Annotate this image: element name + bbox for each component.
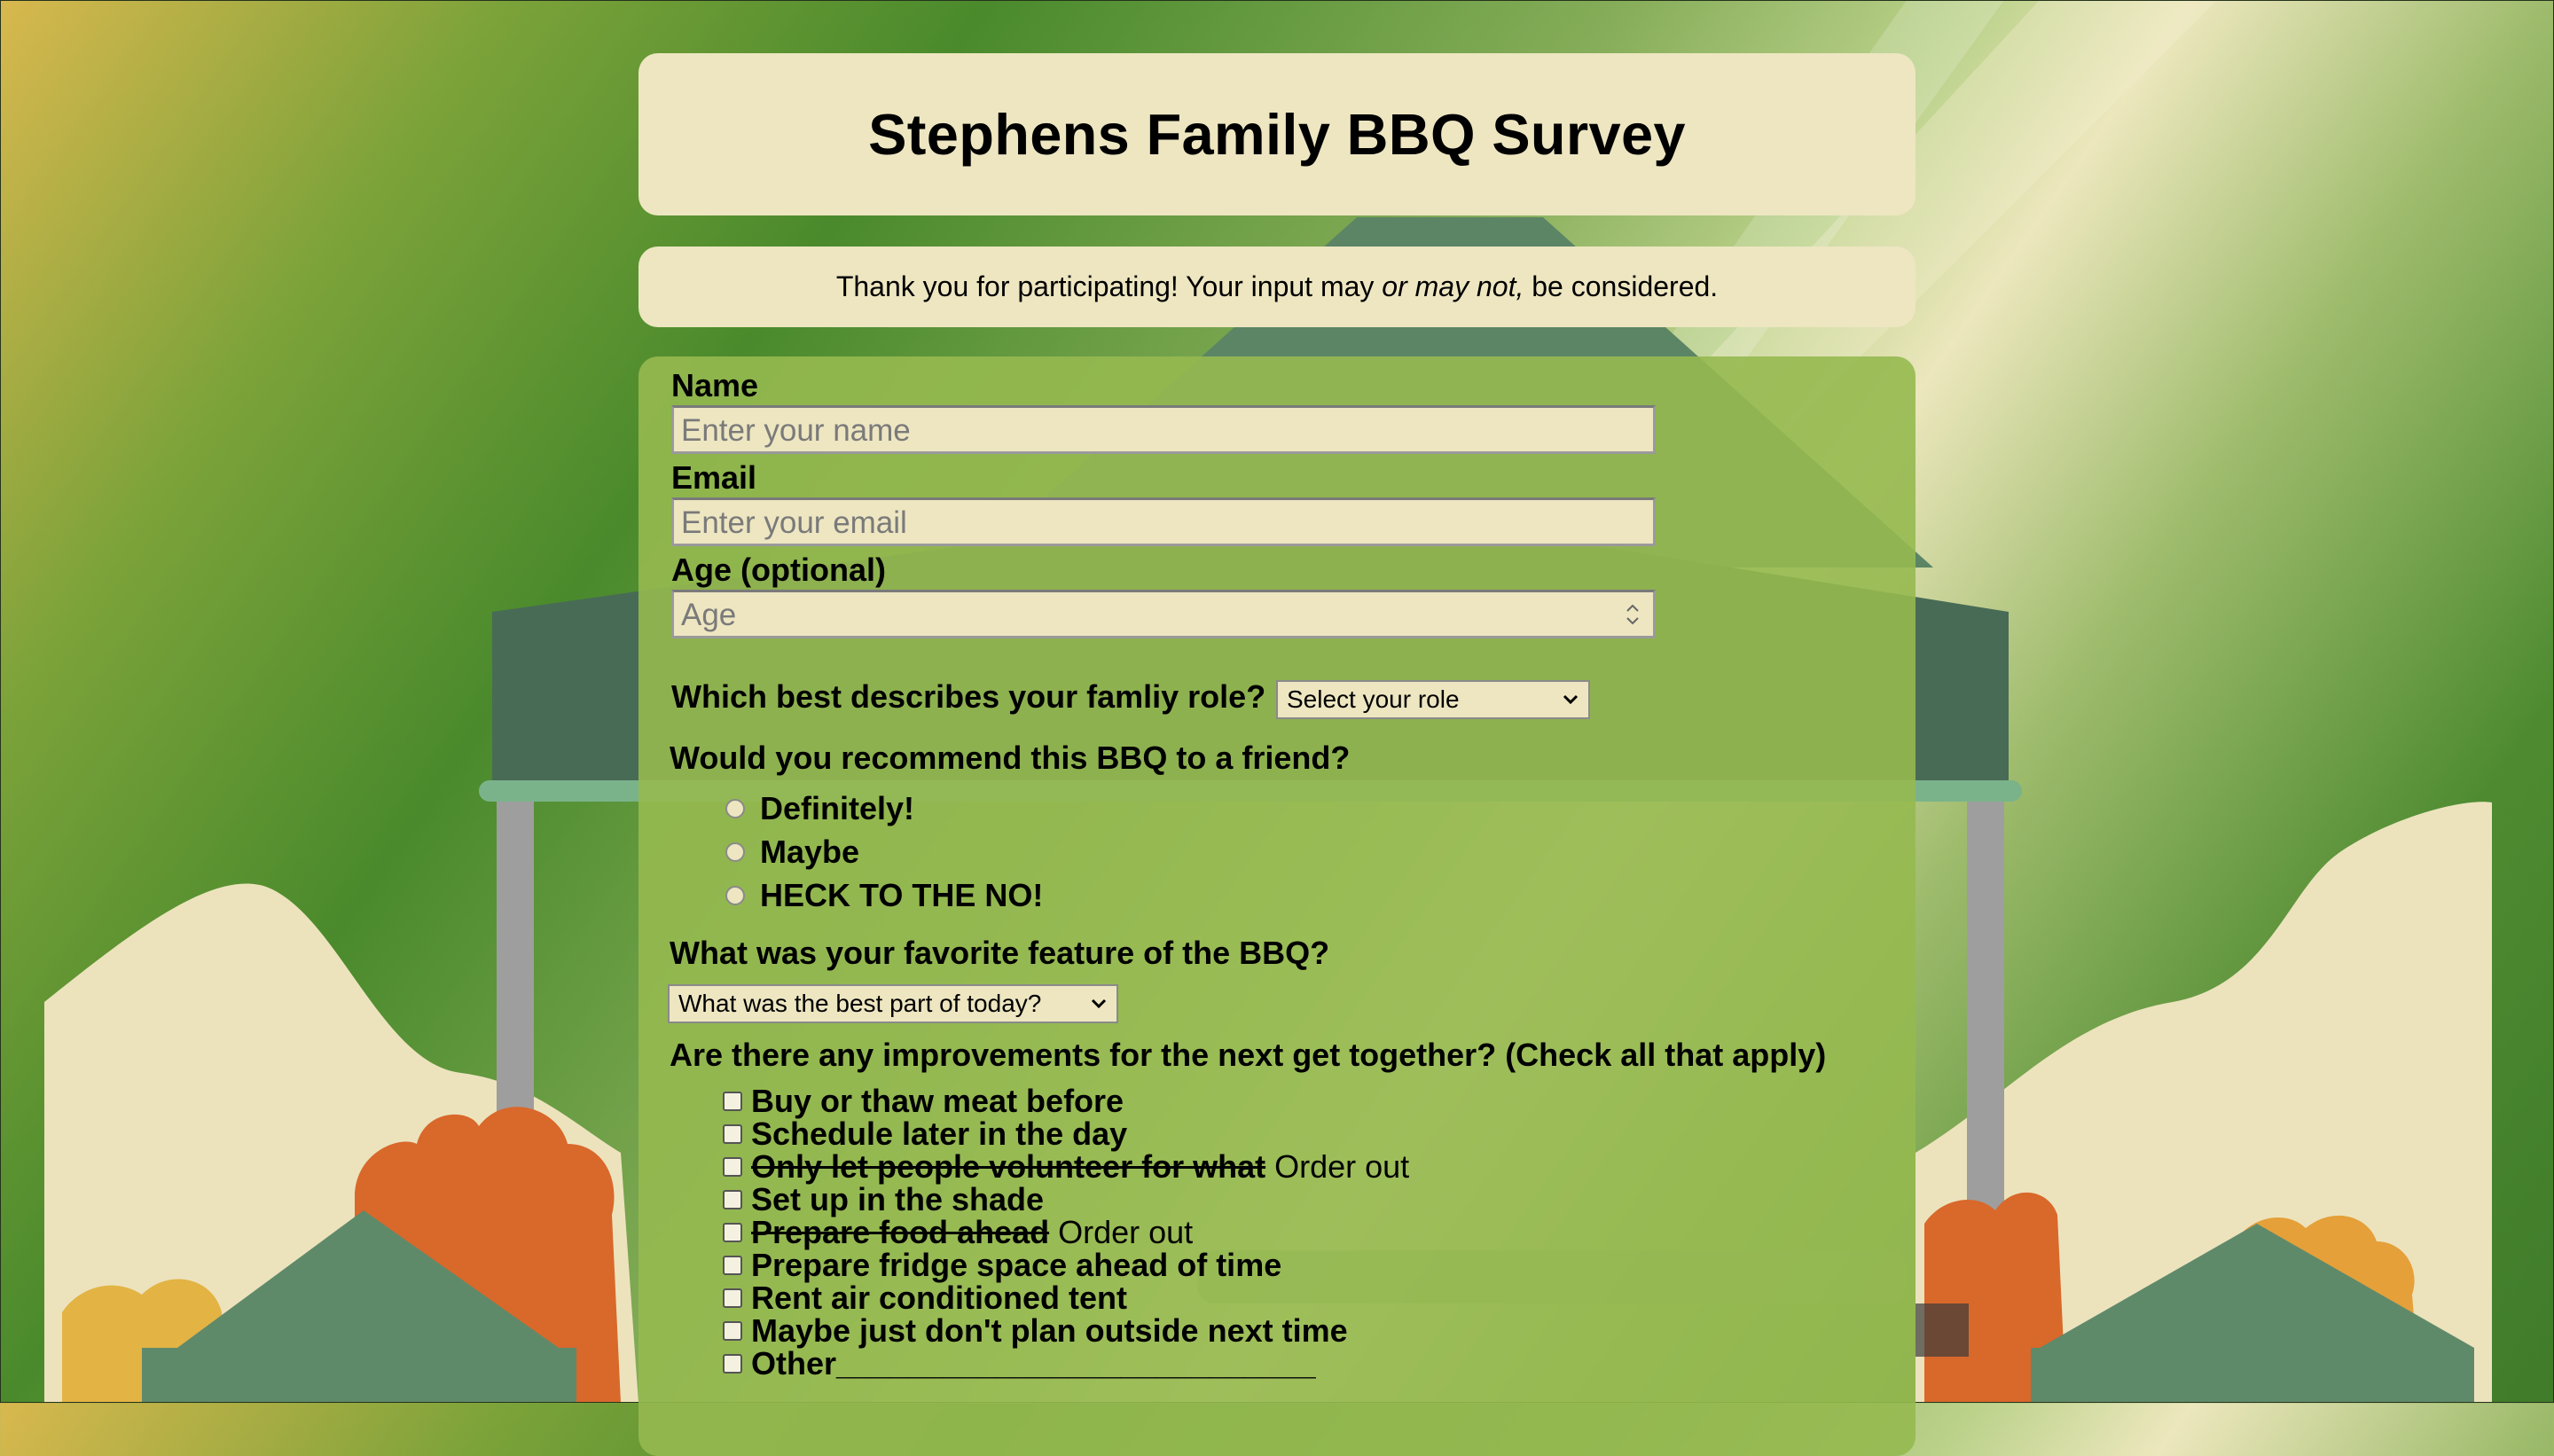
stepper-icon[interactable]: [1623, 601, 1642, 628]
radio-label: Definitely!: [760, 790, 915, 826]
struck-text: Prepare food ahead: [751, 1214, 1050, 1250]
page-title: Stephens Family BBQ Survey: [868, 102, 1686, 167]
checkbox-label: Set up in the shade: [751, 1181, 1045, 1217]
intro-text-after: be considered.: [1532, 270, 1719, 302]
checkbox-label: Schedule later in the day: [751, 1115, 1128, 1152]
name-label: Name: [671, 367, 759, 403]
radio-definitely[interactable]: Definitely!: [725, 790, 915, 826]
checkbox-label: Prepare fridge space ahead of time: [751, 1247, 1282, 1283]
checkbox-fridge-space[interactable]: Prepare fridge space ahead of time: [723, 1247, 1282, 1283]
radio-label: Maybe: [760, 834, 860, 870]
email-input[interactable]: Enter your email: [671, 497, 1656, 546]
recommend-question: Would you recommend this BBQ to a friend…: [670, 740, 1351, 776]
checkbox-dont-plan-outside[interactable]: Maybe just don't plan outside next time: [723, 1312, 1348, 1349]
replacement-text: Order out: [1274, 1148, 1410, 1185]
age-input[interactable]: Age: [671, 590, 1656, 638]
checkbox[interactable]: [723, 1256, 742, 1275]
checkbox-prepare-food[interactable]: Prepare food ahead Order out: [723, 1214, 1193, 1251]
radio-maybe[interactable]: Maybe: [725, 834, 859, 870]
radio-label: HECK TO THE NO!: [760, 877, 1044, 913]
radio-heck-no[interactable]: HECK TO THE NO!: [725, 877, 1044, 913]
email-label: Email: [671, 459, 757, 496]
checkbox[interactable]: [723, 1124, 742, 1144]
checkbox[interactable]: [723, 1288, 742, 1308]
title-panel: Stephens Family BBQ Survey: [638, 53, 1916, 215]
checkbox-label: Other___________________________: [751, 1345, 1316, 1382]
improvements-question: Are there any improvements for the next …: [670, 1037, 1827, 1073]
checkbox-label: Only let people volunteer for what Order…: [751, 1148, 1409, 1186]
checkbox[interactable]: [723, 1092, 742, 1111]
checkbox[interactable]: [723, 1157, 742, 1177]
radio-button[interactable]: [725, 886, 745, 905]
favorite-select-value: What was the best part of today?: [678, 990, 1042, 1017]
checkbox-label: Maybe just don't plan outside next time: [751, 1312, 1348, 1349]
role-select[interactable]: Select your role: [1276, 680, 1590, 719]
favorite-question: What was your favorite feature of the BB…: [670, 935, 1330, 971]
struck-text: Only let people volunteer for what: [751, 1148, 1266, 1185]
favorite-select[interactable]: What was the best part of today?: [668, 984, 1118, 1023]
checkbox-other[interactable]: Other___________________________: [723, 1345, 1316, 1382]
name-input[interactable]: Enter your name: [671, 405, 1656, 454]
checkbox-volunteer[interactable]: Only let people volunteer for what Order…: [723, 1148, 1409, 1186]
age-label: Age (optional): [671, 552, 886, 588]
checkbox-label: Prepare food ahead Order out: [751, 1214, 1193, 1251]
intro-text-emphasis: or may not,: [1382, 270, 1524, 302]
role-select-value: Select your role: [1287, 685, 1460, 713]
age-placeholder: Age: [681, 598, 737, 632]
intro-text: Thank you for participating! Your input …: [836, 270, 1718, 303]
radio-button[interactable]: [725, 842, 745, 862]
checkbox-buy-meat[interactable]: Buy or thaw meat before: [723, 1083, 1124, 1119]
chevron-down-icon: [1091, 998, 1107, 1009]
checkbox-schedule-later[interactable]: Schedule later in the day: [723, 1115, 1128, 1152]
intro-panel: Thank you for participating! Your input …: [638, 247, 1916, 327]
checkbox-label: Rent air conditioned tent: [751, 1280, 1128, 1316]
intro-text-before: Thank you for participating! Your input …: [835, 270, 1375, 302]
radio-button[interactable]: [725, 799, 745, 818]
checkbox-shade[interactable]: Set up in the shade: [723, 1181, 1045, 1217]
checkbox[interactable]: [723, 1190, 742, 1209]
checkbox[interactable]: [723, 1321, 742, 1341]
checkbox[interactable]: [723, 1354, 742, 1374]
chevron-down-icon: [1563, 694, 1579, 705]
role-question: Which best describes your famliy role?: [671, 678, 1266, 715]
checkbox-label: Buy or thaw meat before: [751, 1083, 1124, 1119]
replacement-text: Order out: [1058, 1214, 1194, 1250]
checkbox-air-conditioned-tent[interactable]: Rent air conditioned tent: [723, 1280, 1128, 1316]
checkbox[interactable]: [723, 1223, 742, 1242]
